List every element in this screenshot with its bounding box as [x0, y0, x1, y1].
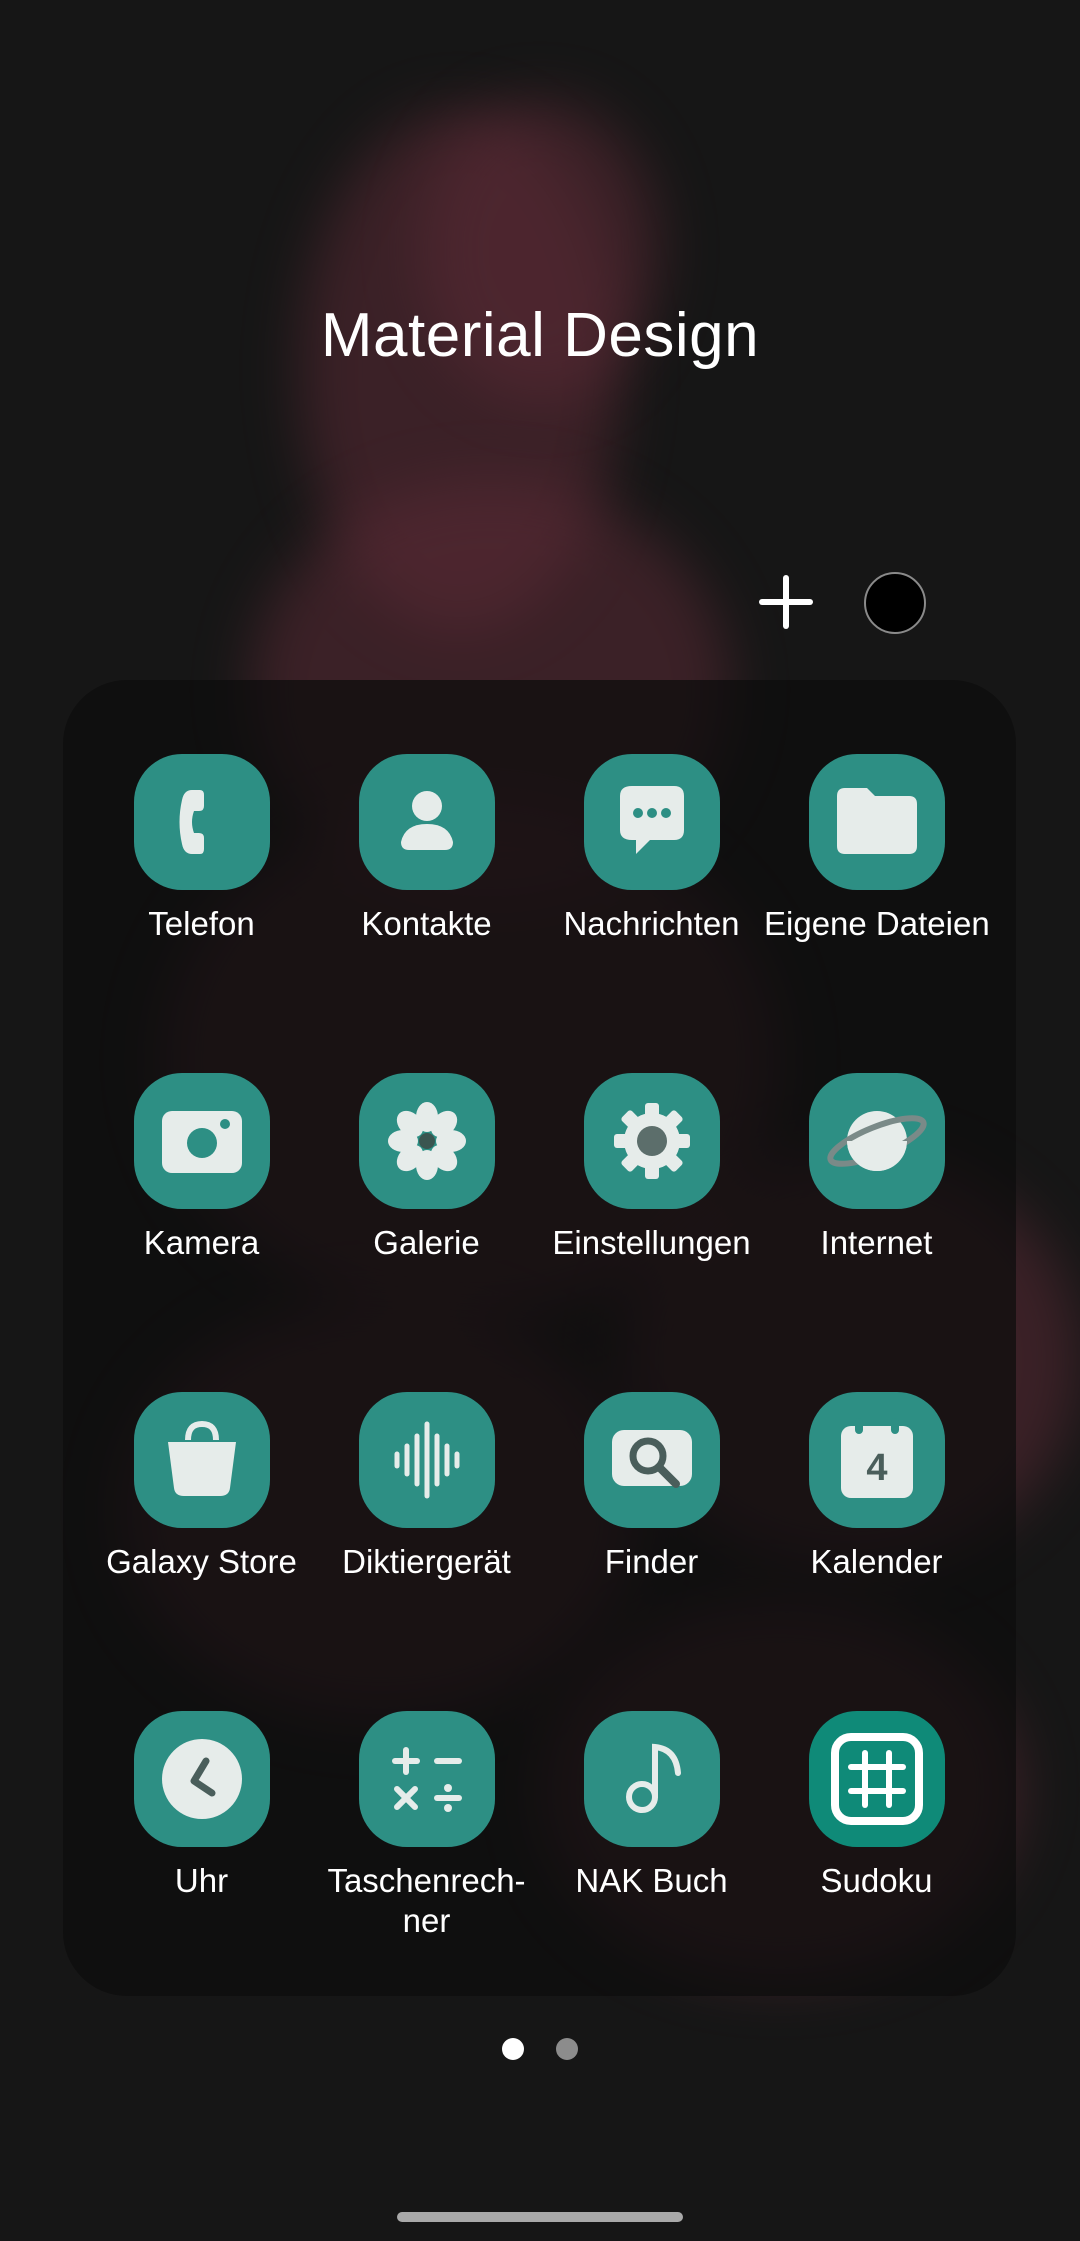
app-label: Kontakte — [361, 905, 492, 942]
camera-icon — [133, 1073, 270, 1209]
page-dot-active[interactable] — [502, 2038, 524, 2060]
app-label: Kalender — [810, 1543, 943, 1580]
contact-icon — [358, 754, 495, 890]
gesture-nav-handle[interactable] — [397, 2212, 683, 2222]
app-label-line2: ner — [402, 1902, 451, 1939]
app-galerie[interactable]: Galerie — [314, 1073, 539, 1263]
app-label: Diktiergerät — [342, 1543, 511, 1580]
app-label: Kamera — [143, 1224, 260, 1261]
app-label: Nachrichten — [563, 905, 740, 942]
app-label: Eigene Dateien — [764, 905, 990, 942]
app-label: Taschenrech- — [327, 1862, 526, 1899]
magnifier-icon — [583, 1392, 720, 1528]
music-note-icon — [583, 1711, 720, 1847]
folder-color-button[interactable] — [864, 572, 926, 634]
page-dot[interactable] — [556, 2038, 578, 2060]
flower-icon — [358, 1073, 495, 1209]
app-kamera[interactable]: Kamera — [89, 1073, 314, 1263]
app-kontakte[interactable]: Kontakte — [314, 754, 539, 944]
app-label: Sudoku — [820, 1862, 933, 1899]
app-label: Internet — [820, 1224, 933, 1261]
app-label: Galaxy Store — [106, 1543, 297, 1580]
app-kalender[interactable]: 4 Kalender — [764, 1392, 989, 1582]
app-internet[interactable]: Internet — [764, 1073, 989, 1263]
app-label: Uhr — [174, 1862, 229, 1899]
app-nak-buch[interactable]: NAK Buch — [539, 1711, 764, 1901]
app-eigene-dateien[interactable]: Eigene Dateien — [764, 754, 990, 944]
app-label: Telefon — [148, 905, 255, 942]
shopping-bag-icon — [133, 1392, 270, 1528]
app-label: Finder — [604, 1543, 699, 1580]
folder-title[interactable]: Material Design — [0, 300, 1080, 371]
app-telefon[interactable]: Telefon — [89, 754, 314, 944]
waveform-icon — [358, 1392, 495, 1528]
app-taschenrechner[interactable]: Taschenrech- ner — [314, 1711, 539, 1941]
app-uhr[interactable]: Uhr — [89, 1711, 314, 1901]
gear-icon — [583, 1073, 720, 1209]
grid-icon — [808, 1711, 945, 1847]
app-einstellungen[interactable]: Einstellungen — [539, 1073, 764, 1263]
message-icon — [583, 754, 720, 890]
add-apps-button[interactable] — [756, 572, 816, 632]
app-finder[interactable]: Finder — [539, 1392, 764, 1582]
app-label: NAK Buch — [575, 1862, 728, 1899]
app-nachrichten[interactable]: Nachrichten — [539, 754, 764, 944]
folder-icon — [808, 754, 945, 890]
phone-icon — [133, 754, 270, 890]
app-label: Einstellungen — [552, 1224, 751, 1261]
app-label: Galerie — [373, 1224, 480, 1261]
calendar-icon: 4 — [808, 1392, 945, 1528]
app-sudoku[interactable]: Sudoku — [764, 1711, 989, 1901]
calculator-icon — [358, 1711, 495, 1847]
app-galaxy-store[interactable]: Galaxy Store — [89, 1392, 314, 1582]
calendar-day-badge: 4 — [866, 1447, 887, 1489]
app-diktiergeraet[interactable]: Diktiergerät — [314, 1392, 539, 1582]
clock-icon — [133, 1711, 270, 1847]
page-indicator[interactable] — [0, 2038, 1080, 2062]
planet-icon — [808, 1073, 945, 1209]
